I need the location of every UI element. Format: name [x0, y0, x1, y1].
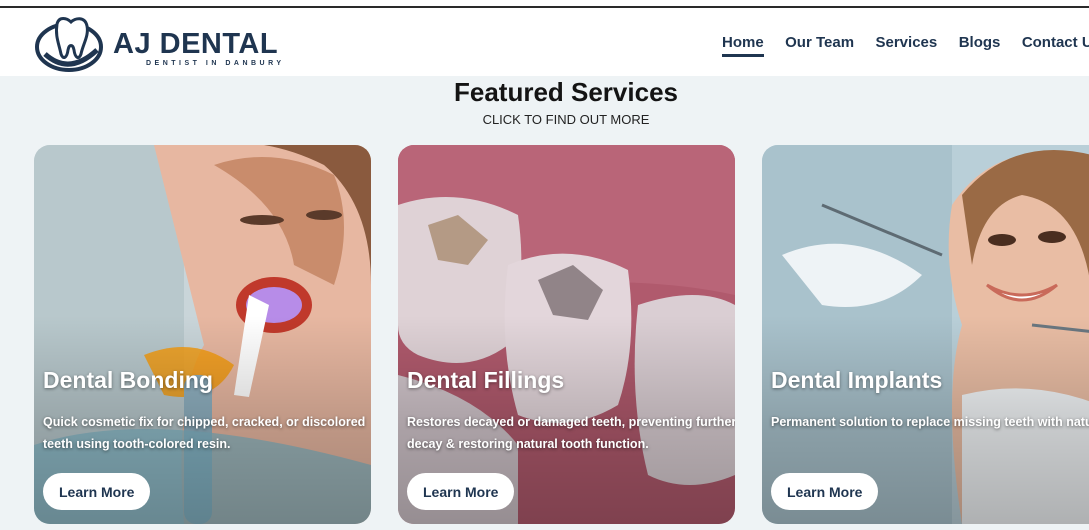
card-title: Dental Fillings [407, 367, 565, 393]
card-title: Dental Implants [771, 367, 943, 393]
nav-home[interactable]: Home [722, 34, 764, 57]
card-title: Dental Bonding [43, 367, 213, 393]
tooth-logo-icon [35, 17, 103, 72]
section-title: Featured Services [453, 77, 678, 107]
featured-services-section: Featured Services CLICK TO FIND OUT MORE… [0, 76, 1089, 530]
learn-more-button[interactable]: Learn More [407, 473, 515, 510]
learn-more-button[interactable]: Learn More [43, 473, 151, 510]
service-card-dental-implants[interactable]: Dental Implants Permanent solution to re… [762, 145, 1089, 524]
card-description: Permanent solution to replace missing te… [771, 415, 1089, 429]
brand-name: AJ DENTAL [113, 28, 279, 60]
card-description: Quick cosmetic fix for chipped, cracked,… [43, 415, 366, 451]
main-nav: Home Our Team Services Blogs Contact Us [722, 34, 1089, 58]
nav-blogs[interactable]: Blogs [959, 34, 1001, 54]
card-overlay [762, 145, 1089, 524]
nav-services[interactable]: Services [876, 34, 938, 54]
brand-tagline: DENTIST IN DANBURY [146, 60, 285, 67]
section-subtitle: CLICK TO FIND OUT MORE [482, 112, 650, 127]
service-card-dental-bonding[interactable]: Dental Bonding Quick cosmetic fix for ch… [34, 145, 371, 524]
site-header: AJ DENTAL DENTIST IN DANBURY Home Our Te… [0, 8, 1089, 76]
card-description: Restores decayed or damaged teeth, preve… [407, 415, 735, 451]
service-card-dental-fillings[interactable]: Dental Fillings Restores decayed or dama… [398, 145, 735, 524]
card-overlay [34, 145, 371, 524]
top-border [0, 0, 1089, 8]
learn-more-button[interactable]: Learn More [771, 473, 879, 510]
nav-contact-us[interactable]: Contact Us [1022, 34, 1089, 54]
logo[interactable]: AJ DENTAL DENTIST IN DANBURY [33, 14, 281, 74]
card-overlay [398, 145, 735, 524]
nav-our-team[interactable]: Our Team [785, 34, 854, 54]
